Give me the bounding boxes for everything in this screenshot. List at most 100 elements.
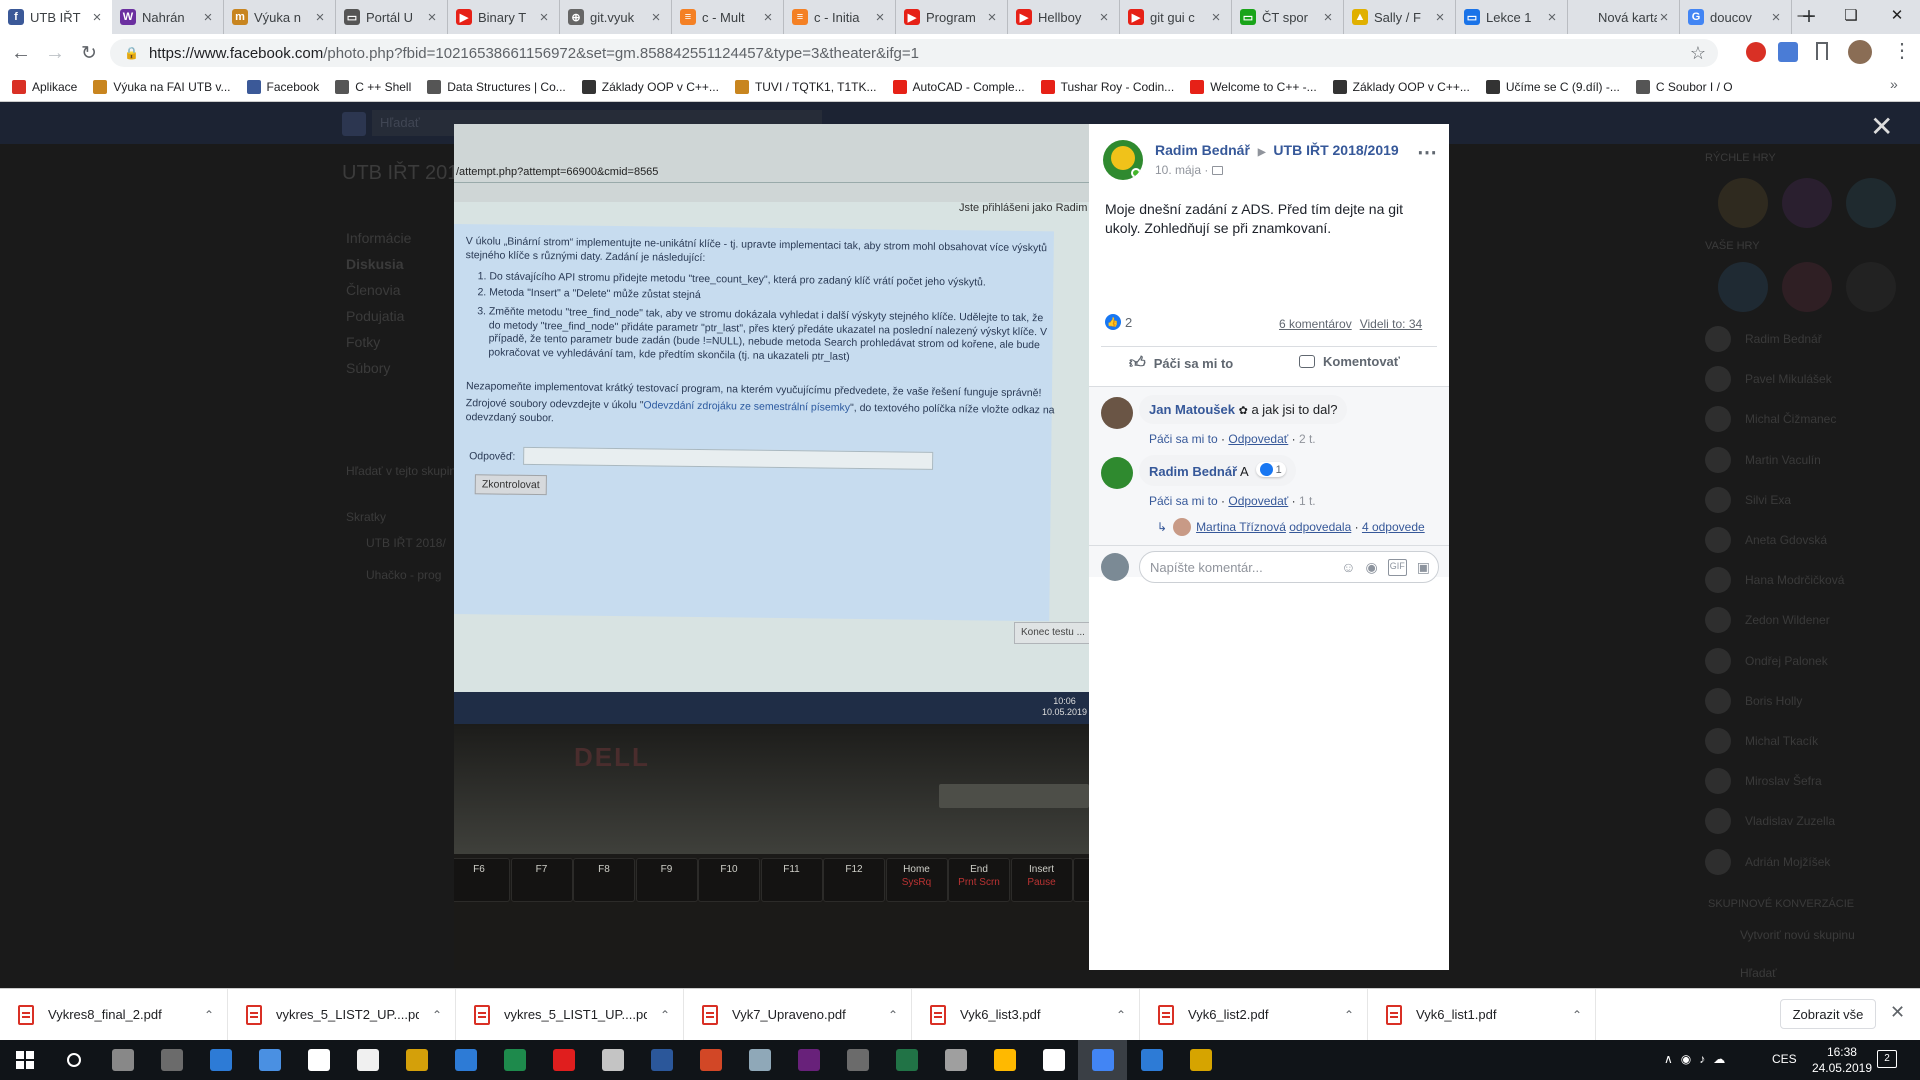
menu-kebab-icon[interactable]: ⋮ [1892,40,1912,62]
bookmark-star-icon[interactable]: ☆ [1690,43,1706,64]
post-author[interactable]: Radim Bednář [1155,142,1250,158]
taskbar-app-icon[interactable] [98,1040,147,1080]
comment-author[interactable]: Jan Matoušek [1149,402,1235,417]
comment-like-link[interactable]: Páči sa mi to [1149,432,1218,446]
chevron-up-icon[interactable]: ⌃ [647,1008,683,1022]
bookmark-item[interactable]: Facebook [246,79,319,94]
browser-tab[interactable]: ⊕ git.vyuk × [560,0,672,34]
close-tab-icon[interactable]: × [425,9,439,26]
maximize-button[interactable]: ❏ [1828,0,1874,30]
tray-icons[interactable]: ∧◉♪☁ [1664,1052,1733,1066]
taskbar-app-icon[interactable] [686,1040,735,1080]
reading-list-icon[interactable] [1816,42,1828,60]
browser-tab[interactable]: ▲ Sally / F × [1344,0,1456,34]
group-menu-item[interactable]: Diskusia [346,256,411,282]
close-tab-icon[interactable]: × [649,9,663,26]
taskbar-app-icon[interactable] [490,1040,539,1080]
taskbar-app-icon[interactable] [931,1040,980,1080]
bookmark-item[interactable]: Výuka na FAI UTB v... [93,79,231,94]
bookmark-item[interactable]: Základy OOP v C++... [1332,79,1470,94]
start-button[interactable] [0,1040,49,1080]
taskbar-app-icon[interactable] [392,1040,441,1080]
browser-tab[interactable]: W Nahrán × [112,0,224,34]
taskbar-app-icon[interactable] [343,1040,392,1080]
comments-count[interactable]: 6 komentárov [1279,317,1352,331]
back-icon[interactable]: ← [4,36,38,70]
taskbar-app-icon[interactable] [833,1040,882,1080]
bookmark-item[interactable]: C Soubor I / O [1635,79,1733,94]
post-likes[interactable]: 👍 2 [1105,314,1132,330]
group-menu-item[interactable]: Podujatia [346,308,411,334]
bookmarks-overflow-icon[interactable]: » [1890,76,1898,92]
commenter-avatar[interactable] [1101,397,1133,429]
search-icon[interactable] [49,1040,98,1080]
author-avatar[interactable] [1103,140,1143,180]
browser-tab[interactable]: Nová karta × [1568,0,1680,34]
bookmark-item[interactable]: Učíme se C (9.díl) -... [1485,79,1620,94]
reload-icon[interactable]: ↻ [72,36,106,70]
chevron-up-icon[interactable]: ⌃ [191,1008,227,1022]
browser-tab[interactable]: ▭ ČT spor × [1232,0,1344,34]
profile-avatar[interactable] [1848,40,1872,64]
comment-button[interactable]: Komentovať [1299,354,1400,369]
chevron-up-icon[interactable]: ⌃ [1559,1008,1595,1022]
contact-item[interactable]: Martin Vaculín [1705,445,1905,475]
shortcut-item-2[interactable]: Uhačko - prog [366,568,441,582]
browser-tab[interactable]: ▶ Binary T × [448,0,560,34]
contact-item[interactable]: Boris Holly [1705,686,1905,716]
taskbar-app-icon[interactable] [147,1040,196,1080]
emoji-icon[interactable]: ☺ [1341,559,1355,576]
notification-center-icon[interactable]: 2 [1877,1050,1897,1068]
contact-item[interactable]: Hana Modrčičková [1705,565,1905,595]
close-tab-icon[interactable]: × [985,9,999,26]
group-menu-item[interactable]: Členovia [346,282,411,308]
contact-item[interactable]: Michal Tkacík [1705,726,1905,756]
taskbar-app-icon[interactable] [1176,1040,1225,1080]
comment-reactions[interactable]: 1 [1255,462,1286,477]
browser-tab[interactable]: Gdoucov × [1680,0,1792,34]
close-tab-icon[interactable]: × [537,9,551,26]
download-item[interactable]: Vyk6_list1.pdf ⌃ [1368,988,1596,1041]
close-tab-icon[interactable]: × [1097,9,1111,26]
photo-viewer[interactable]: /attempt.php?attempt=66900&cmid=8565 Jst… [454,124,1089,970]
bookmark-item[interactable]: TUVI / TQTK1, T1TK... [734,79,877,94]
chevron-up-icon[interactable]: ⌃ [875,1008,911,1022]
chevron-up-icon[interactable]: ⌃ [419,1008,455,1022]
bookmark-item[interactable]: C ++ Shell [335,79,411,94]
close-tab-icon[interactable]: × [201,9,215,26]
taskbar-app-icon[interactable] [441,1040,490,1080]
taskbar-clock[interactable]: 16:38 24.05.2019 [1812,1044,1872,1076]
taskbar-app-icon[interactable] [196,1040,245,1080]
close-window-button[interactable]: ✕ [1874,0,1920,30]
post-options-icon[interactable]: ⋯ [1417,140,1438,165]
contact-item[interactable]: Pavel Mikulášek [1705,364,1905,394]
camera-icon[interactable]: ◉ [1366,559,1378,576]
close-downloads-icon[interactable]: ✕ [1890,1002,1905,1023]
taskbar-app-icon[interactable] [882,1040,931,1080]
browser-tab[interactable]: ▭ Lekce 1 × [1456,0,1568,34]
close-tab-icon[interactable]: × [1209,9,1223,26]
contact-item[interactable]: Miroslav Šefra [1705,766,1905,796]
taskbar-app-icon[interactable] [784,1040,833,1080]
address-bar[interactable]: 🔒 https://www.facebook.com/photo.php?fbi… [110,39,1718,67]
download-item[interactable]: Vyk7_Upraveno.pdf ⌃ [684,988,912,1041]
taskbar-app-icon[interactable] [980,1040,1029,1080]
bookmark-item[interactable]: Aplikace [12,79,77,94]
comment-reply-link[interactable]: Odpovedať [1228,494,1288,508]
group-menu-item[interactable]: Fotky [346,334,411,360]
seen-by[interactable]: Videli to: 34 [1360,317,1423,331]
close-tab-icon[interactable]: × [90,9,104,26]
contact-item[interactable]: Silvi Exa [1705,485,1905,515]
taskbar-app-icon[interactable] [1078,1040,1127,1080]
new-group-link[interactable]: Vytvoriť novú skupinu [1740,928,1855,942]
taskbar-app-icon[interactable] [637,1040,686,1080]
close-tab-icon[interactable]: × [761,9,775,26]
comment-like-link[interactable]: Páči sa mi to [1149,494,1218,508]
group-search[interactable]: Hľadať v tejto skupine [346,464,463,478]
extension-icon[interactable] [1746,42,1766,62]
browser-tab[interactable]: m Výuka n × [224,0,336,34]
contact-item[interactable]: Radim Bednář [1705,324,1905,354]
contact-item[interactable]: Michal Čižmanec [1705,404,1905,434]
bookmark-item[interactable]: Welcome to C++ -... [1190,79,1317,94]
close-theater-icon[interactable]: ✕ [1870,110,1893,143]
